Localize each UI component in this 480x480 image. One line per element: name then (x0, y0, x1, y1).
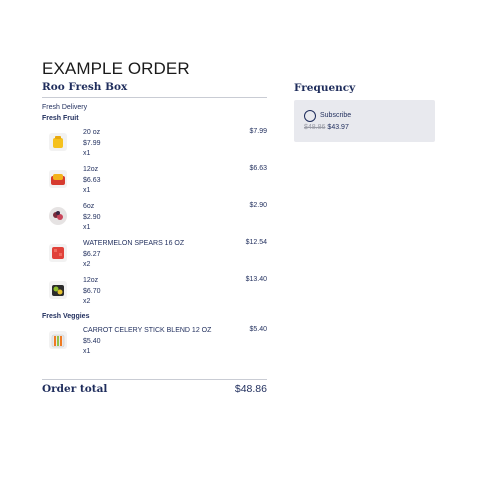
item-total: $7.99 (249, 128, 267, 135)
kiwi-cup-icon (48, 280, 68, 300)
item-unit-price: $2.90 (83, 213, 101, 221)
list-item: 20 oz $7.99 x1 $7.99 (42, 128, 267, 165)
berry-mix-icon (48, 206, 68, 226)
item-total: $2.90 (249, 202, 267, 209)
item-total: $12.54 (245, 239, 267, 246)
list-item: 12oz $6.70 x2 $13.40 (42, 276, 267, 313)
item-quantity: x2 (83, 298, 91, 305)
subscribe-label[interactable]: Subscribe (320, 112, 351, 119)
watermelon-spears-icon (48, 243, 68, 263)
item-name: 12oz (83, 166, 99, 173)
frequency-title: Frequency (294, 82, 356, 94)
item-total: $13.40 (245, 276, 267, 283)
item-total: $6.63 (249, 165, 267, 172)
box-title: Roo Fresh Box (42, 81, 267, 98)
list-item: 6oz $2.90 x1 $2.90 (42, 202, 267, 239)
item-quantity: x1 (83, 348, 91, 355)
subscribe-option[interactable]: Subscribe $48.86 $43.97 (294, 100, 435, 142)
item-unit-price: $6.70 (83, 287, 101, 295)
order-total-label: Order total (42, 383, 108, 395)
pineapple-chunks-icon (48, 132, 68, 152)
order-total: Order total $48.86 (42, 379, 267, 399)
list-item: CARROT CELERY STICK BLEND 12 OZ $5.40 x1… (42, 326, 267, 363)
carrot-celery-icon (48, 330, 68, 350)
item-quantity: x2 (83, 261, 91, 268)
item-quantity: x1 (83, 187, 91, 194)
item-unit-price: $6.63 (83, 176, 101, 184)
item-name: CARROT CELERY STICK BLEND 12 OZ (83, 327, 212, 334)
mango-spears-icon (48, 169, 68, 189)
page-title: EXAMPLE ORDER (42, 59, 190, 78)
item-unit-price: $6.27 (83, 250, 101, 258)
subscription-price: $43.97 (327, 124, 349, 131)
list-item: 12oz $6.63 x1 $6.63 (42, 165, 267, 202)
item-name: 12oz (83, 277, 99, 284)
order-total-value: $48.86 (234, 383, 267, 395)
original-price: $48.86 (304, 124, 326, 131)
item-unit-price: $7.99 (83, 139, 101, 147)
item-unit-price: $5.40 (83, 337, 101, 345)
item-name: WATERMELON SPEARS 16 OZ (83, 240, 185, 247)
subscribe-prices: $48.86 $43.97 (304, 124, 349, 131)
item-name: 6oz (83, 203, 95, 210)
order-summary: Roo Fresh Box Fresh Delivery Fresh Fruit… (42, 81, 267, 363)
delivery-label: Fresh Delivery (42, 104, 88, 111)
list-item: WATERMELON SPEARS 16 OZ $6.27 x2 $12.54 (42, 239, 267, 276)
item-total: $5.40 (249, 326, 267, 333)
category-heading: Fresh Veggies (42, 313, 90, 320)
item-quantity: x1 (83, 150, 91, 157)
item-quantity: x1 (83, 224, 91, 231)
subscribe-radio[interactable] (304, 110, 316, 122)
item-name: 20 oz (83, 129, 101, 136)
category-heading: Fresh Fruit (42, 115, 79, 122)
